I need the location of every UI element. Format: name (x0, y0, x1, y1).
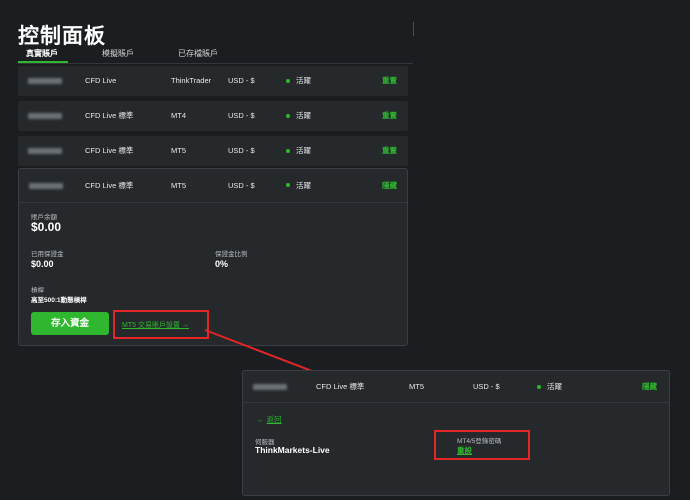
arrow-left-icon: ← (257, 415, 265, 424)
status-dot-icon (537, 385, 541, 389)
back-label: 返回 (266, 415, 282, 424)
back-link[interactable]: ← 返回 (257, 414, 282, 425)
account-status: 活躍 (547, 382, 562, 391)
server-value: ThinkMarkets-Live (255, 445, 330, 455)
account-platform: MT5 (409, 382, 424, 391)
highlight-box (434, 430, 530, 460)
account-number-redacted (253, 384, 287, 390)
account-currency: USD - $ (473, 382, 500, 391)
card-divider (243, 402, 669, 403)
hide-button[interactable]: 隱藏 (642, 371, 657, 402)
account-type: CFD Live 標準 (316, 382, 365, 391)
